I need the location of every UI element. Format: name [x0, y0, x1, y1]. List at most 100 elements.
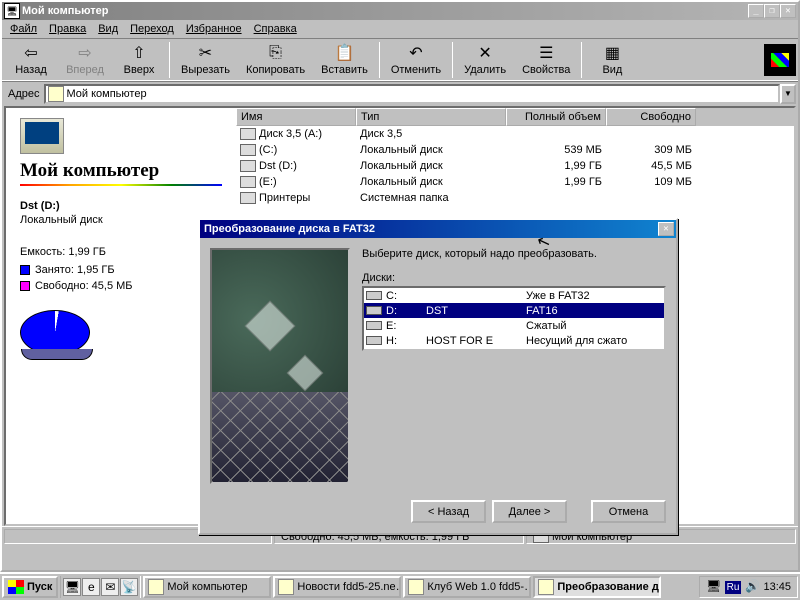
pie-chart: [20, 310, 90, 355]
drive-icon: [240, 144, 256, 156]
свойства-icon: ☰: [536, 43, 556, 63]
menu-edit[interactable]: Правка: [43, 21, 92, 37]
taskbar-task[interactable]: Преобразование д…: [533, 576, 661, 598]
language-indicator[interactable]: Ru: [725, 581, 742, 594]
throbber-icon: [764, 44, 796, 76]
tool-вырезать[interactable]: ✂Вырезать: [173, 41, 238, 78]
menu-go[interactable]: Переход: [124, 21, 180, 37]
col-free[interactable]: Свободно: [606, 108, 696, 126]
list-item[interactable]: ПринтерыСистемная папка: [236, 190, 794, 206]
back-button[interactable]: < Назад: [411, 500, 486, 523]
list-item[interactable]: (C:)Локальный диск539 МБ309 МБ: [236, 142, 794, 158]
address-value: Мой компьютер: [67, 88, 147, 100]
drive-option[interactable]: C:Уже в FAT32: [364, 288, 664, 303]
col-name[interactable]: Имя: [236, 108, 356, 126]
window-title: Мой компьютер: [20, 5, 748, 17]
taskbar-task[interactable]: Мой компьютер: [143, 576, 271, 598]
task-icon: [538, 579, 554, 595]
tool-вставить[interactable]: 📋Вставить: [313, 41, 376, 78]
selected-drive-type: Локальный диск: [20, 214, 222, 226]
used-legend: Занято: 1,95 ГБ: [20, 264, 222, 276]
wizard-instruction: Выберите диск, который надо преобразоват…: [362, 248, 666, 260]
computer-icon: [48, 86, 64, 102]
system-tray: 🖥 Ru 🔊 13:45: [699, 576, 798, 598]
address-label: Адрес: [4, 88, 44, 100]
task-icon: [148, 579, 164, 595]
toolbar: ⇦Назад⇨Вперед⇧Вверх✂Вырезать⎘Копировать📋…: [2, 38, 798, 81]
копировать-icon: ⎘: [266, 43, 286, 63]
selected-drive: Dst (D:): [20, 200, 222, 212]
dialog-titlebar[interactable]: Преобразование диска в FAT32 ✕: [200, 220, 676, 238]
window-icon: 🖥: [4, 3, 20, 19]
drive-option[interactable]: H:HOST FOR EНесущий для сжато: [364, 333, 664, 348]
menu-view[interactable]: Вид: [92, 21, 124, 37]
drive-icon: [240, 192, 256, 204]
windows-flag-icon: [8, 580, 24, 594]
ql-ie-icon[interactable]: e: [82, 578, 100, 596]
tool-вверх[interactable]: ⇧Вверх: [112, 41, 166, 78]
вид-icon: ▦: [602, 43, 622, 63]
назад-icon: ⇦: [21, 43, 41, 63]
menu-help[interactable]: Справка: [248, 21, 303, 37]
menu-favorites[interactable]: Избранное: [180, 21, 248, 37]
cancel-button[interactable]: Отмена: [591, 500, 666, 523]
tool-вперед[interactable]: ⇨Вперед: [58, 41, 112, 78]
drive-icon: [240, 160, 256, 172]
dialog-close-button[interactable]: ✕: [658, 222, 674, 236]
clock[interactable]: 13:45: [763, 581, 791, 593]
tool-копировать[interactable]: ⎘Копировать: [238, 41, 313, 78]
address-dropdown-button[interactable]: ▼: [780, 84, 796, 104]
wizard-graphic: [210, 248, 350, 484]
list-item[interactable]: (E:)Локальный диск1,99 ГБ109 МБ: [236, 174, 794, 190]
close-button[interactable]: ✕: [780, 4, 796, 18]
drive-option[interactable]: D:DSTFAT16: [364, 303, 664, 318]
ql-channels-icon[interactable]: 📡: [120, 578, 138, 596]
drive-icon: [366, 336, 382, 345]
ql-oe-icon[interactable]: ✉: [101, 578, 119, 596]
task-icon: [278, 579, 294, 595]
tool-отменить[interactable]: ↶Отменить: [383, 41, 449, 78]
titlebar[interactable]: 🖥 Мой компьютер _ ❐ ✕: [2, 2, 798, 20]
used-swatch: [20, 265, 30, 275]
tool-удалить[interactable]: ✕Удалить: [456, 41, 514, 78]
list-item[interactable]: Dst (D:)Локальный диск1,99 ГБ45,5 МБ: [236, 158, 794, 174]
вырезать-icon: ✂: [195, 43, 215, 63]
drives-label: Диски:: [362, 272, 666, 284]
rainbow-divider: [20, 184, 222, 186]
drive-option[interactable]: E:Сжатый: [364, 318, 664, 333]
drive-icon: [366, 306, 382, 315]
tool-вид[interactable]: ▦Вид: [585, 41, 639, 78]
address-bar: Адрес Мой компьютер ▼: [2, 81, 798, 106]
capacity-text: Емкость: 1,99 ГБ: [20, 246, 222, 258]
drive-icon: [240, 176, 256, 188]
tray-icon-1[interactable]: 🖥: [706, 579, 722, 595]
tray-volume-icon[interactable]: 🔊: [744, 579, 760, 595]
ql-desktop-icon[interactable]: 🖥: [63, 578, 81, 596]
fat32-wizard-dialog: Преобразование диска в FAT32 ✕ Выберите …: [198, 218, 678, 535]
quick-launch: 🖥 e ✉ 📡: [60, 576, 141, 598]
drive-icon: [366, 291, 382, 300]
minimize-button[interactable]: _: [748, 4, 764, 18]
вставить-icon: 📋: [334, 43, 354, 63]
taskbar-task[interactable]: Новости fdd5-25.ne…: [273, 576, 401, 598]
list-header: Имя Тип Полный объем Свободно: [236, 108, 794, 126]
next-button[interactable]: Далее >: [492, 500, 567, 523]
drives-listbox[interactable]: C:Уже в FAT32D:DSTFAT16E:СжатыйH:HOST FO…: [362, 286, 666, 351]
maximize-button[interactable]: ❐: [764, 4, 780, 18]
dialog-title: Преобразование диска в FAT32: [202, 223, 658, 235]
col-type[interactable]: Тип: [356, 108, 506, 126]
menu-file[interactable]: Файл: [4, 21, 43, 37]
list-item[interactable]: Диск 3,5 (A:)Диск 3,5: [236, 126, 794, 142]
tool-назад[interactable]: ⇦Назад: [4, 41, 58, 78]
menubar: Файл Правка Вид Переход Избранное Справк…: [2, 20, 798, 38]
start-button[interactable]: Пуск: [2, 576, 58, 598]
address-field[interactable]: Мой компьютер: [44, 84, 781, 104]
free-legend: Свободно: 45,5 МБ: [20, 280, 222, 292]
col-total[interactable]: Полный объем: [506, 108, 606, 126]
task-icon: [408, 579, 424, 595]
вперед-icon: ⇨: [75, 43, 95, 63]
info-title: Мой компьютер: [20, 160, 222, 182]
tool-свойства[interactable]: ☰Свойства: [514, 41, 578, 78]
drive-icon: [366, 321, 382, 330]
taskbar-task[interactable]: Клуб Web 1.0 fdd5-…: [403, 576, 531, 598]
